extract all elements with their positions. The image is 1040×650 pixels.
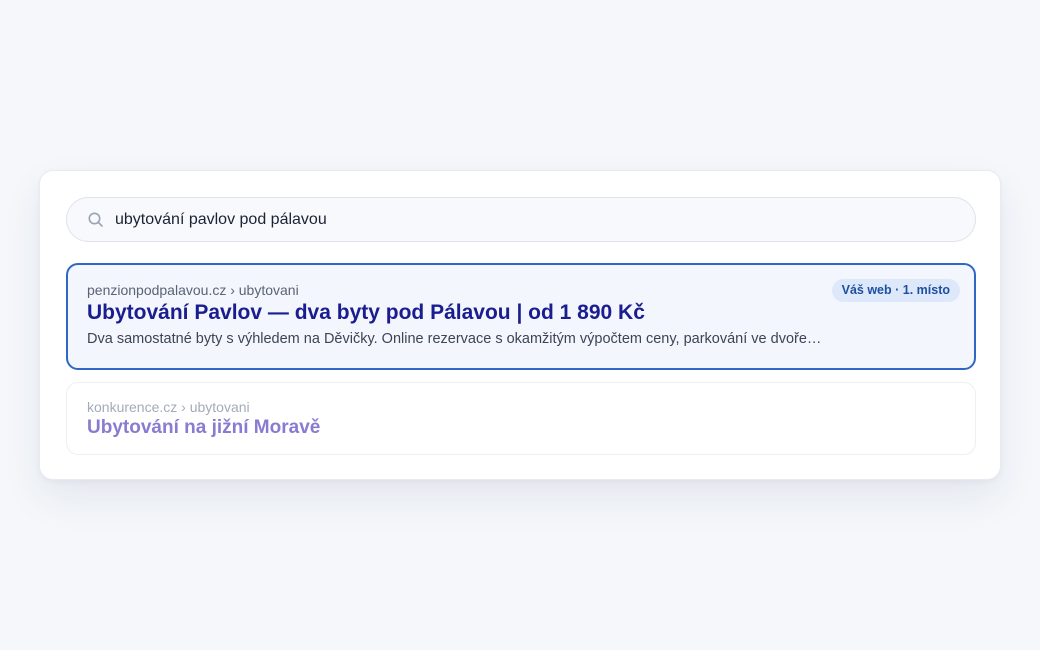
result-title-link[interactable]: Ubytování na jižní Moravě [87,417,320,439]
result-url[interactable]: penzionpodpalavou.cz › ubytovani [87,282,299,298]
search-result-highlighted[interactable]: penzionpodpalavou.cz › ubytovani Váš web… [66,263,976,370]
result-snippet: Dva samostatné byty s výhledem na Děvičk… [87,331,822,347]
search-bar[interactable] [66,197,976,242]
search-results-card: penzionpodpalavou.cz › ubytovani Váš web… [39,170,1001,480]
result-url[interactable]: konkurence.cz › ubytovani [87,399,250,415]
search-icon [88,212,103,227]
status-badge: Váš web · 1. místo [831,279,960,302]
result-title-link[interactable]: Ubytování Pavlov — dva byty pod Pálavou … [87,301,645,325]
search-result-competitor[interactable]: konkurence.cz › ubytovani Ubytování na j… [66,382,976,455]
search-input[interactable] [115,198,955,241]
